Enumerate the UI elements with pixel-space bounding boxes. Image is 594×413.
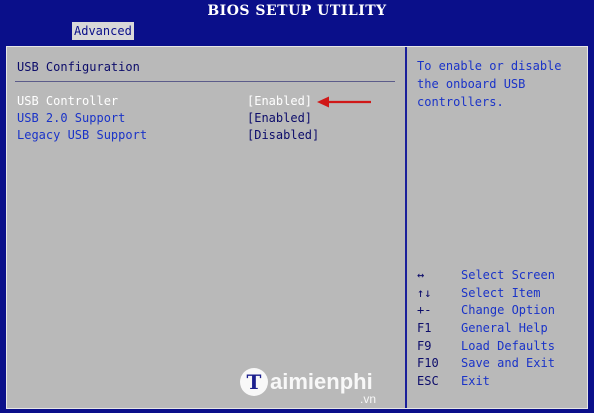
option-label: USB 2.0 Support [17,111,126,125]
watermark-tld: .vn [360,392,377,406]
key-legend-row: +- Change Option [417,302,587,320]
key-legend-row: ↑↓ Select Item [417,285,587,303]
up-down-arrow-icon: ↑↓ [417,285,432,300]
red-arrow-icon [317,96,371,108]
option-label: Legacy USB Support [17,128,148,142]
bios-title: BIOS SETUP UTILITY [0,0,594,22]
key-legend-row: ESC Exit [417,373,587,391]
option-usb-2-support[interactable]: USB 2.0 Support [Enabled] [17,110,397,127]
key-description: Save and Exit [461,356,555,371]
section-title: USB Configuration [17,60,140,74]
settings-panel: USB Configuration USB Controller [Enable… [6,46,588,409]
watermark-logo-icon: T [240,368,268,396]
options-pane: USB Configuration USB Controller [Enable… [7,47,405,408]
option-legacy-usb-support[interactable]: Legacy USB Support [Disabled] [17,127,397,144]
key-description: Load Defaults [461,338,555,353]
option-value[interactable]: [Disabled] [247,127,319,144]
key-description: Select Screen [461,268,555,282]
option-value[interactable]: [Enabled] [247,110,312,127]
key-description: Select Item [461,285,541,300]
key-description: Exit [461,374,490,389]
f9-key: F9 [417,338,432,353]
key-legend-row: F1 General Help [417,320,587,338]
key-legend-row: ↔ Select Screen [417,267,587,285]
key-description: General Help [461,321,548,336]
help-description: To enable or disable the onboard USB con… [417,59,562,109]
watermark-logo: T aimienphi .vn [240,362,400,412]
tab-advanced[interactable]: Advanced [72,22,134,40]
f10-key: F10 [417,356,439,371]
plus-minus-key: +- [417,303,432,318]
section-divider [15,81,395,82]
f1-key: F1 [417,321,432,336]
bios-screen: BIOS SETUP UTILITY Advanced USB Configur… [0,0,594,413]
tab-bar: Advanced [0,22,594,40]
esc-key: ESC [417,374,439,389]
key-legend: ↔ Select Screen ↑↓ Select Item +- Change… [417,267,587,391]
watermark-brand: aimienphi [270,369,373,394]
help-pane: To enable or disable the onboard USB con… [407,47,587,408]
option-label: USB Controller [17,94,119,108]
left-right-arrow-icon: ↔ [417,268,425,282]
option-value[interactable]: [Enabled] [247,93,312,110]
key-legend-row: F9 Load Defaults [417,338,587,356]
key-legend-row: F10 Save and Exit [417,355,587,373]
key-description: Change Option [461,303,555,318]
